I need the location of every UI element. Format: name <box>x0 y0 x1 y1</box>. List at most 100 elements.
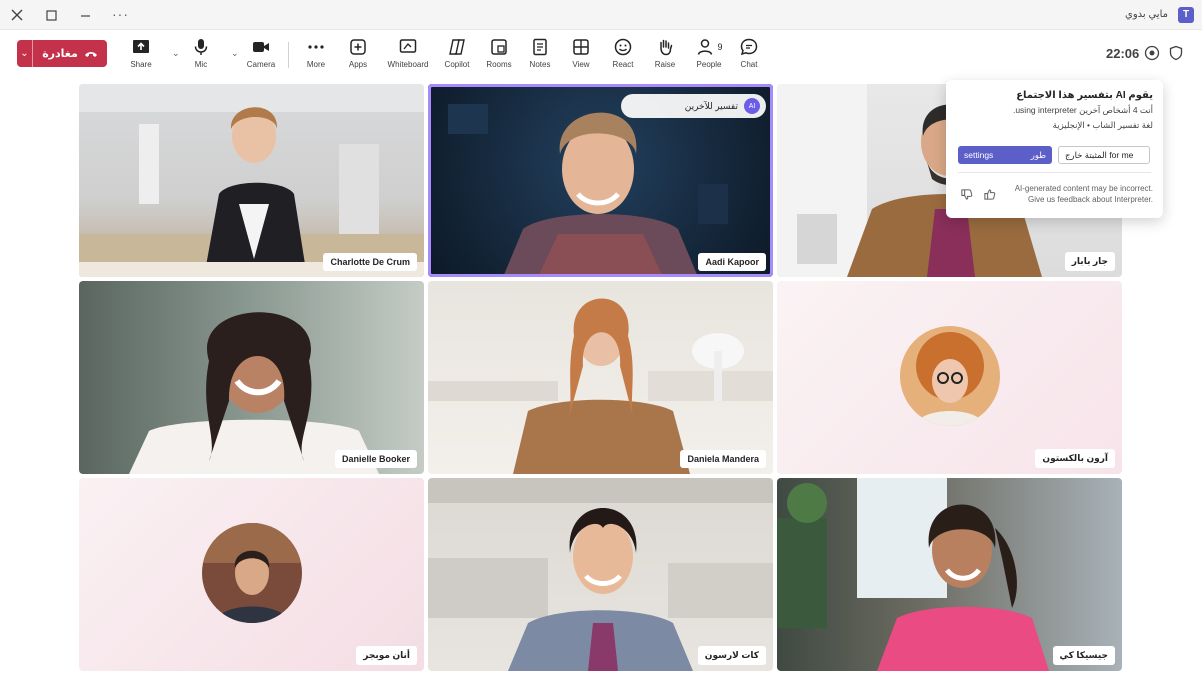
whiteboard-icon <box>399 39 417 53</box>
mic-options-chevron-icon[interactable]: ⌄ <box>172 48 180 59</box>
participant-avatar <box>201 522 302 623</box>
smiley-icon <box>614 38 632 56</box>
mic-button[interactable]: Mic <box>181 37 221 73</box>
shield-icon[interactable] <box>1168 45 1184 61</box>
turn-off-label: المثبتة خارج for me <box>1065 149 1134 160</box>
participant-name-tag: Daniela Mandera <box>680 450 766 468</box>
popup-disclaimer: AI-generated content may be incorrect. G… <box>1014 184 1153 204</box>
interpreter-settings-button[interactable]: settings طور <box>958 146 1052 164</box>
minimize-icon <box>80 14 90 17</box>
phone-hangup-icon <box>84 51 97 57</box>
participant-video <box>777 478 1049 671</box>
window-more-button[interactable]: ··· <box>112 6 129 22</box>
video-tile-avatar[interactable]: أنان موبجر <box>79 478 424 671</box>
meeting-toolbar: ⌄ مغادرة Share ⌄ Mic ⌄ Camera More Apps … <box>0 30 1202 80</box>
grid-view-icon <box>573 39 589 55</box>
participant-name-tag: Danielle Booker <box>334 450 417 468</box>
video-tile-active-speaker[interactable]: تفسير للآخرين AI Aadi Kapoor <box>428 84 773 277</box>
raise-hand-icon <box>660 39 673 56</box>
popup-line-1: أنت 4 أشخاص آخرين using interpreter. <box>1012 105 1153 115</box>
popup-separator <box>958 172 1151 173</box>
share-label: Share <box>130 60 152 69</box>
toolbar-divider <box>288 42 289 68</box>
copilot-button[interactable]: Copilot <box>437 37 477 73</box>
video-tile[interactable]: جيسيكا كي <box>777 478 1122 671</box>
share-button[interactable]: Share <box>121 37 161 73</box>
video-tile[interactable]: Charlotte De Crum <box>79 84 424 277</box>
interpreter-pill[interactable]: تفسير للآخرين AI <box>621 94 766 118</box>
teams-logo-icon: T <box>1178 7 1194 23</box>
react-button[interactable]: React <box>603 37 643 73</box>
ai-interpreter-icon: AI <box>744 98 760 114</box>
video-tile[interactable]: Daniela Mandera <box>428 281 773 474</box>
people-label: People <box>696 60 722 69</box>
interpreter-status-icon[interactable] <box>1144 45 1160 61</box>
mic-label: Mic <box>194 60 208 69</box>
participant-name-tag: كات لارسون <box>697 646 766 665</box>
video-camera-icon <box>253 42 269 52</box>
title-bar: ··· مايي بدوي T <box>0 0 1202 30</box>
video-tile[interactable]: Danielle Booker <box>79 281 424 474</box>
people-icon-group: 9 <box>695 37 723 57</box>
notes-icon <box>533 38 547 56</box>
apps-plus-icon <box>350 39 366 55</box>
chat-label: Chat <box>740 60 758 69</box>
popup-button-row: settings طور المثبتة خارج for me <box>958 146 1150 164</box>
share-icon <box>133 40 149 53</box>
meeting-timer: 22:06 <box>1106 46 1140 61</box>
popup-title: يقوم AI بتفسير هذا الاجتماع <box>1016 90 1153 101</box>
microphone-icon <box>194 39 208 55</box>
participant-avatar <box>899 325 1000 426</box>
participant-video <box>428 298 773 474</box>
rooms-button[interactable]: Rooms <box>479 37 519 73</box>
video-tile-avatar[interactable]: آرون بالكستون <box>777 281 1122 474</box>
leave-main[interactable]: مغادرة <box>33 47 107 60</box>
turn-off-for-me-button[interactable]: المثبتة خارج for me <box>1058 146 1150 164</box>
view-button[interactable]: View <box>561 37 601 73</box>
people-icon <box>698 39 713 55</box>
notes-button[interactable]: Notes <box>520 37 560 73</box>
participant-name-tag: Charlotte De Crum <box>323 253 417 271</box>
interpreter-pill-label: تفسير للآخرين <box>684 100 738 111</box>
participant-name-tag: Aadi Kapoor <box>698 253 766 271</box>
raise-label: Raise <box>654 60 676 69</box>
apps-label: Apps <box>348 60 368 69</box>
more-dots-icon <box>308 45 324 49</box>
participant-name-tag: جيسيكا كي <box>1052 646 1115 665</box>
close-window-button[interactable] <box>6 5 28 25</box>
leave-button[interactable]: ⌄ مغادرة <box>17 40 107 67</box>
people-button[interactable]: 9 People <box>689 37 729 73</box>
minimize-window-button[interactable] <box>74 5 96 25</box>
more-label: More <box>306 60 326 69</box>
chat-button[interactable]: Chat <box>729 37 769 73</box>
participant-name-tag: أنان موبجر <box>356 646 417 665</box>
video-tile[interactable]: كات لارسون <box>428 478 773 671</box>
participant-name-tag: جار بابار <box>1064 252 1115 271</box>
settings-label-b: طور <box>1030 149 1046 160</box>
more-button[interactable]: More <box>296 37 336 73</box>
whiteboard-button[interactable]: Whiteboard <box>388 37 428 73</box>
leave-options-chevron-icon[interactable]: ⌄ <box>17 40 33 67</box>
view-label: View <box>572 60 590 69</box>
maximize-window-button[interactable] <box>40 5 62 25</box>
avatar-image <box>899 325 1000 426</box>
feedback-buttons <box>960 188 996 201</box>
people-count: 9 <box>717 42 723 52</box>
notes-label: Notes <box>529 60 551 69</box>
apps-button[interactable]: Apps <box>338 37 378 73</box>
camera-button[interactable]: Camera <box>241 37 281 73</box>
whiteboard-label: Whiteboard <box>387 60 429 69</box>
chat-bubble-icon <box>740 38 758 56</box>
raise-hand-button[interactable]: Raise <box>645 37 685 73</box>
popup-line-2: لغة تفسير الشاب • الإنجليزية <box>1052 120 1153 130</box>
copilot-icon <box>449 39 465 55</box>
react-label: React <box>612 60 634 69</box>
participant-video <box>79 84 424 277</box>
settings-label-a: settings <box>964 150 994 160</box>
camera-options-chevron-icon[interactable]: ⌄ <box>231 48 239 59</box>
camera-label: Camera <box>246 60 276 69</box>
copilot-label: Copilot <box>444 60 470 69</box>
participant-video <box>129 312 379 474</box>
thumbs-up-icon[interactable] <box>983 188 996 201</box>
thumbs-down-icon[interactable] <box>960 188 973 201</box>
